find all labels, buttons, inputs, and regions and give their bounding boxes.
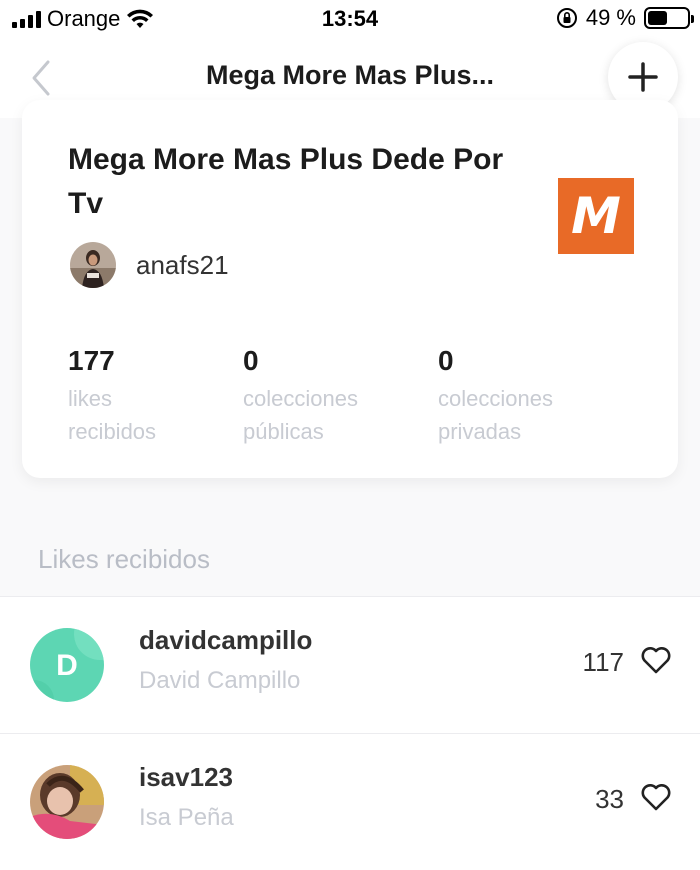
stat-value: 0 bbox=[438, 345, 454, 376]
collection-screen: Orange 13:54 49 % Mega More Mas Plus... … bbox=[0, 0, 700, 870]
like-count: 117 bbox=[582, 647, 624, 677]
list-item[interactable]: D davidcampillo David Campillo 117 bbox=[0, 596, 700, 733]
brand-logo: M bbox=[558, 178, 634, 254]
stat-value: 0 bbox=[243, 345, 259, 376]
back-button[interactable] bbox=[24, 56, 58, 100]
stat-label: colecciones privadas bbox=[438, 386, 553, 444]
stat-private-collections: 0 colecciones privadas bbox=[438, 344, 618, 448]
list-item[interactable]: isav123 Isa Peña 33 bbox=[0, 733, 700, 870]
stat-value: 177 bbox=[68, 345, 115, 376]
heart-icon[interactable] bbox=[640, 782, 672, 812]
stats: 177 likes recibidos 0 colecciones públicas… bbox=[68, 344, 618, 448]
heart-icon[interactable] bbox=[640, 645, 672, 675]
avatar[interactable]: D bbox=[30, 628, 104, 702]
like-count: 33 bbox=[595, 784, 624, 814]
stat-label: colecciones públicas bbox=[243, 386, 358, 444]
brand-logo-letter: M bbox=[571, 187, 621, 245]
stat-public-collections: 0 colecciones públicas bbox=[243, 344, 438, 448]
page-title: Mega More Mas Plus... bbox=[205, 60, 495, 90]
status-bar: Orange 13:54 49 % bbox=[0, 0, 700, 38]
collection-title: Mega More Mas Plus Dede Por Tv bbox=[68, 143, 504, 220]
likes-list: D davidcampillo David Campillo 117 isav1… bbox=[0, 596, 700, 870]
battery-level bbox=[648, 11, 667, 25]
stat-label: likes recibidos bbox=[68, 386, 157, 444]
owner-username[interactable]: anafs21 bbox=[136, 250, 229, 281]
collection-owner[interactable]: anafs21 bbox=[70, 242, 229, 288]
section-title: Likes recibidos bbox=[38, 544, 210, 574]
battery-icon bbox=[644, 7, 694, 29]
collection-card: Mega More Mas Plus Dede Por Tv M anafs21… bbox=[22, 100, 678, 478]
svg-text:D: D bbox=[56, 649, 78, 682]
avatar[interactable] bbox=[70, 242, 116, 288]
orientation-lock-icon bbox=[556, 8, 577, 28]
avatar[interactable] bbox=[30, 765, 104, 839]
row-display-name: Isa Peña bbox=[139, 804, 234, 831]
row-username: isav123 bbox=[139, 762, 233, 792]
chevron-left-icon bbox=[32, 60, 50, 96]
row-username: davidcampillo bbox=[139, 625, 313, 655]
battery-percent: 49 % bbox=[585, 5, 636, 30]
status-bar-right: 49 % bbox=[556, 5, 694, 31]
row-display-name: David Campillo bbox=[139, 667, 301, 694]
stat-likes-received: 177 likes recibidos bbox=[68, 344, 243, 448]
